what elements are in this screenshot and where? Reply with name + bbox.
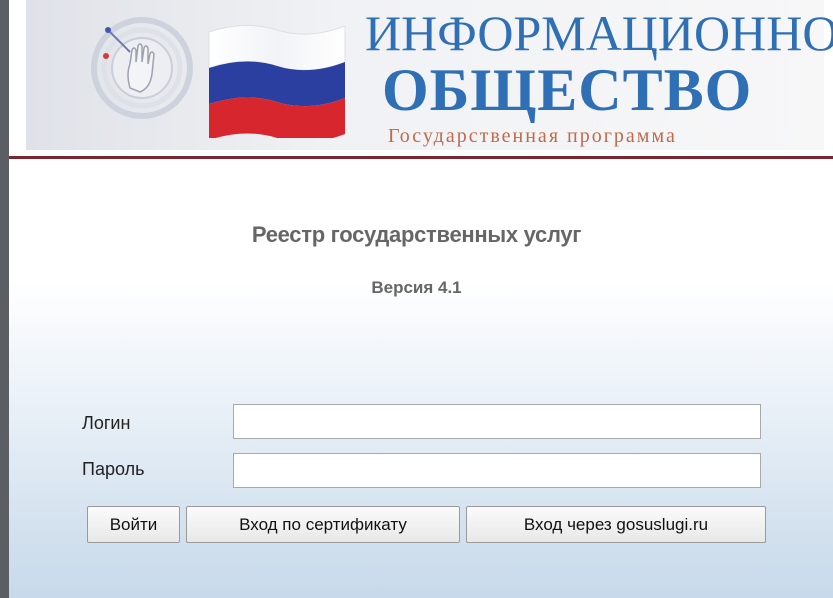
header-title-main: ОБЩЕСТВО: [382, 57, 753, 123]
login-input[interactable]: [233, 404, 761, 439]
login-button[interactable]: Войти: [87, 506, 180, 543]
window-left-border: [0, 0, 9, 598]
certificate-login-button[interactable]: Вход по сертификату: [186, 506, 460, 543]
password-label: Пароль: [82, 459, 145, 479]
header-title-top: ИНФОРМАЦИОННОЕ: [365, 5, 833, 61]
password-input[interactable]: [233, 453, 761, 488]
hand-emblem-icon: [91, 17, 193, 119]
header-subtitle: Государственная программа: [388, 125, 677, 147]
russian-flag-icon: [208, 25, 346, 138]
gosuslugi-login-button[interactable]: Вход через gosuslugi.ru: [466, 506, 766, 543]
page-title: Реестр государственных услуг: [251, 222, 582, 247]
version-label: Версия 4.1: [371, 278, 462, 297]
login-label: Логин: [82, 413, 131, 433]
